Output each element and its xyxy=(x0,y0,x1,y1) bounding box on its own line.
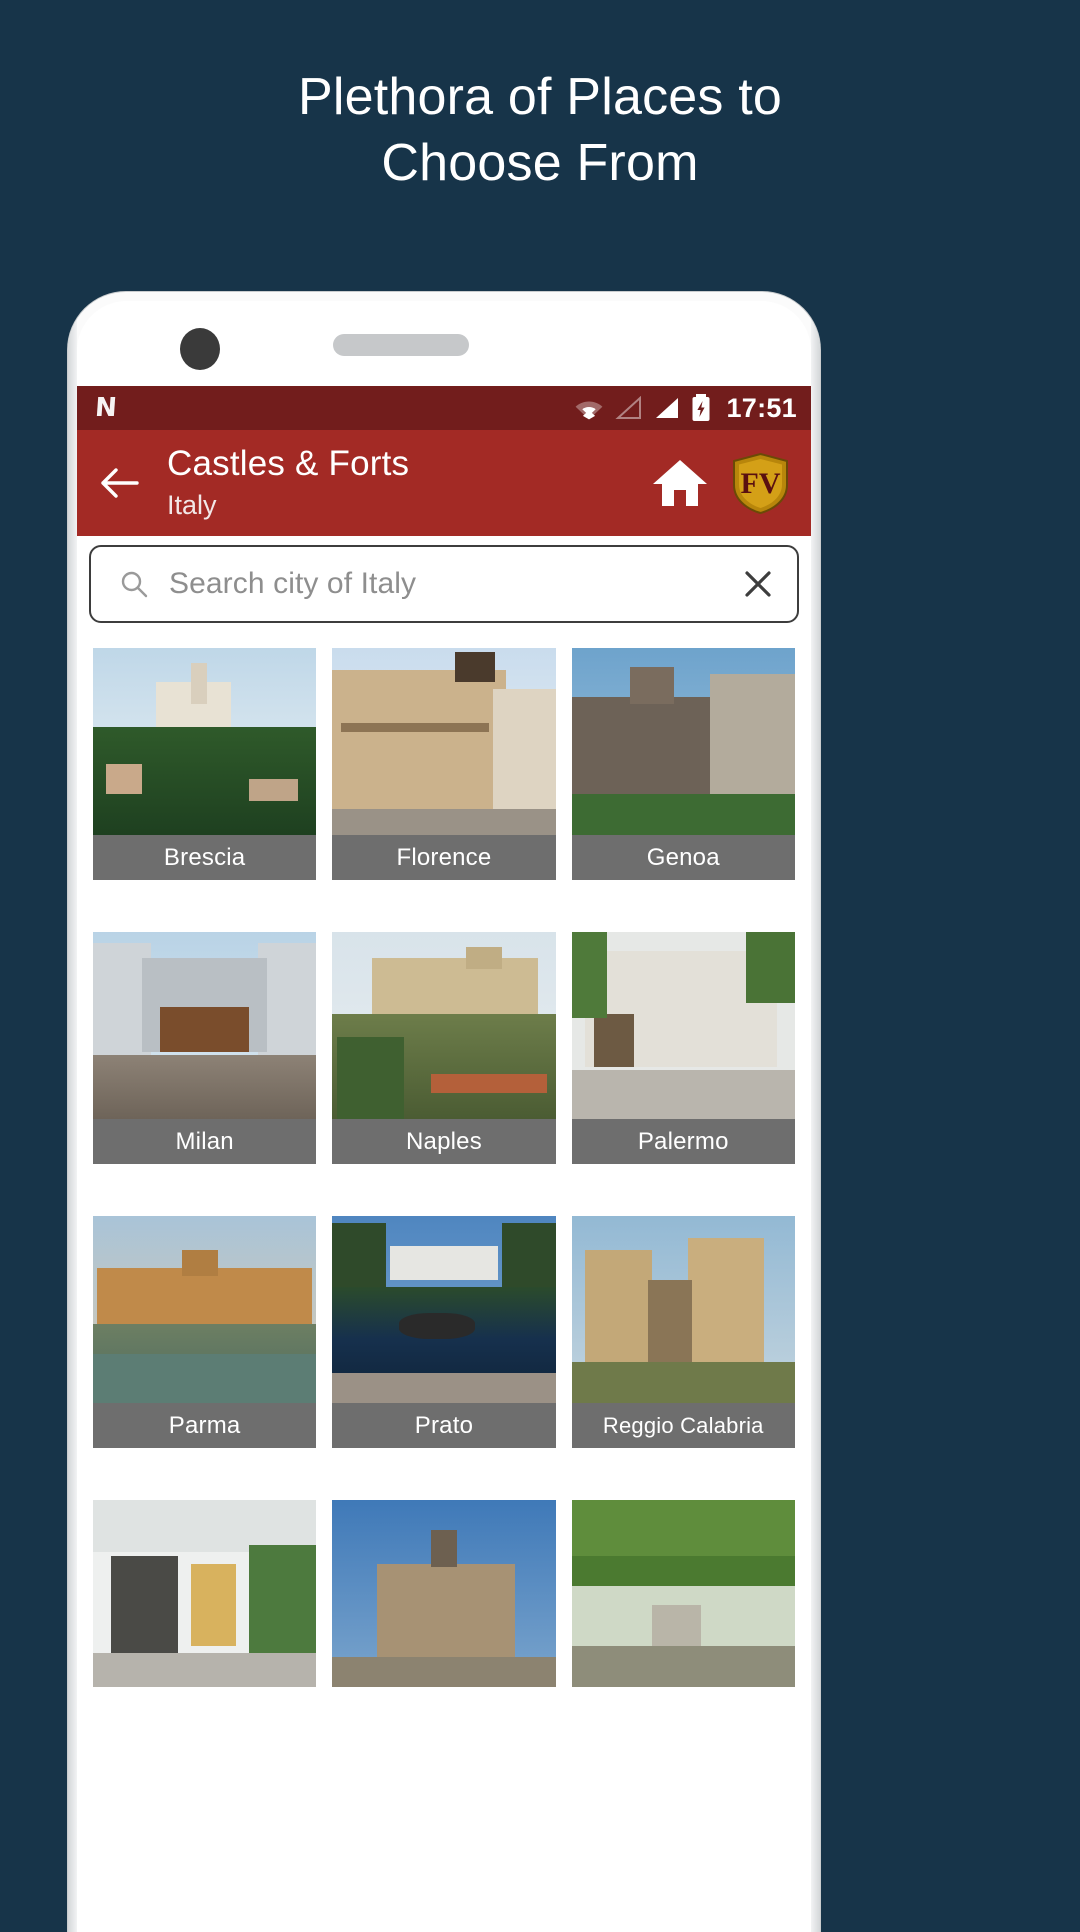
city-label: Brescia xyxy=(93,835,317,880)
city-label: Palermo xyxy=(571,1119,795,1164)
city-label: Parma xyxy=(93,1403,317,1448)
city-card[interactable]: Reggio Calabria xyxy=(564,1216,803,1448)
parma-palace-photo xyxy=(93,1216,317,1403)
city-label: Milan xyxy=(93,1119,317,1164)
city-card[interactable] xyxy=(324,1500,563,1687)
interior-hall-photo xyxy=(93,1500,317,1687)
city-card[interactable]: Milan xyxy=(85,932,324,1164)
palermo-street-photo xyxy=(571,932,795,1119)
city-card[interactable] xyxy=(85,1500,324,1687)
city-card[interactable]: Palermo xyxy=(564,932,803,1164)
status-bar-clock: 17:51 xyxy=(726,392,797,423)
signal-full-icon xyxy=(656,398,679,418)
clear-icon[interactable] xyxy=(741,567,775,601)
search-box[interactable]: Search city of Italy xyxy=(89,545,799,623)
genoa-castle-photo xyxy=(571,648,795,835)
nav-app-icon: N xyxy=(93,393,118,423)
stone-fort-photo xyxy=(332,1500,556,1687)
milan-courtyard-photo xyxy=(93,932,317,1119)
page-subtitle: Italy xyxy=(167,490,217,521)
phone-bezel-left xyxy=(68,292,77,1932)
city-card[interactable] xyxy=(564,1500,803,1687)
city-card[interactable]: Naples xyxy=(324,932,563,1164)
city-label: Genoa xyxy=(571,835,795,880)
headline-line-2: Choose From xyxy=(381,134,699,193)
florence-palace-photo xyxy=(332,648,556,835)
earpiece-speaker xyxy=(333,334,469,356)
search-input[interactable]: Search city of Italy xyxy=(169,567,741,601)
battery-charging-icon xyxy=(692,394,710,421)
city-label: Florence xyxy=(332,835,556,880)
logo-text: FV xyxy=(741,467,781,500)
city-card[interactable]: Genoa xyxy=(564,648,803,880)
status-bar-left: N xyxy=(93,393,118,423)
shield-logo-icon[interactable]: FV xyxy=(732,452,789,514)
naples-fort-photo xyxy=(332,932,556,1119)
city-card[interactable]: Brescia xyxy=(85,648,324,880)
phone-mockup: N 17:51 Castles & Forts Italy FV Search … xyxy=(68,292,820,1932)
garden-pergola-photo xyxy=(571,1500,795,1687)
phone-notch-row xyxy=(77,301,811,386)
back-button[interactable] xyxy=(77,430,161,536)
app-bar-actions: FV xyxy=(650,452,811,514)
reggio-calabria-ruins-photo xyxy=(571,1216,795,1403)
promo-headline: Plethora of Places to Choose From xyxy=(0,64,1080,196)
headline-line-1: Plethora of Places to xyxy=(297,68,783,126)
city-card[interactable]: Florence xyxy=(324,648,563,880)
city-card[interactable]: Parma xyxy=(85,1216,324,1448)
page-title: Castles & Forts xyxy=(167,444,410,484)
signal-empty-icon xyxy=(615,396,642,419)
back-arrow-icon xyxy=(101,468,139,498)
status-bar-right: 17:51 xyxy=(574,393,797,424)
phone-bezel-right xyxy=(811,292,820,1932)
app-screen: N 17:51 Castles & Forts Italy FV Search … xyxy=(77,386,811,1932)
app-bar: Castles & Forts Italy FV xyxy=(77,430,811,536)
prato-villa-photo xyxy=(332,1216,556,1403)
status-bar: N 17:51 xyxy=(77,386,811,430)
front-camera-icon xyxy=(180,328,220,370)
app-bar-titles: Castles & Forts Italy xyxy=(161,444,650,522)
brescia-castle-photo xyxy=(93,648,317,835)
search-icon xyxy=(121,571,148,598)
city-label: Prato xyxy=(332,1403,556,1448)
wifi-icon xyxy=(576,401,603,420)
city-card[interactable]: Prato xyxy=(324,1216,563,1448)
search-bar-container: Search city of Italy xyxy=(77,536,811,632)
city-label: Naples xyxy=(332,1119,556,1164)
home-icon[interactable] xyxy=(650,456,710,510)
city-grid: Brescia Florence Genoa Milan Naples Pale… xyxy=(77,638,811,1932)
city-label: Reggio Calabria xyxy=(571,1403,795,1448)
phone-screen-area: N 17:51 Castles & Forts Italy FV Search … xyxy=(77,301,811,1932)
